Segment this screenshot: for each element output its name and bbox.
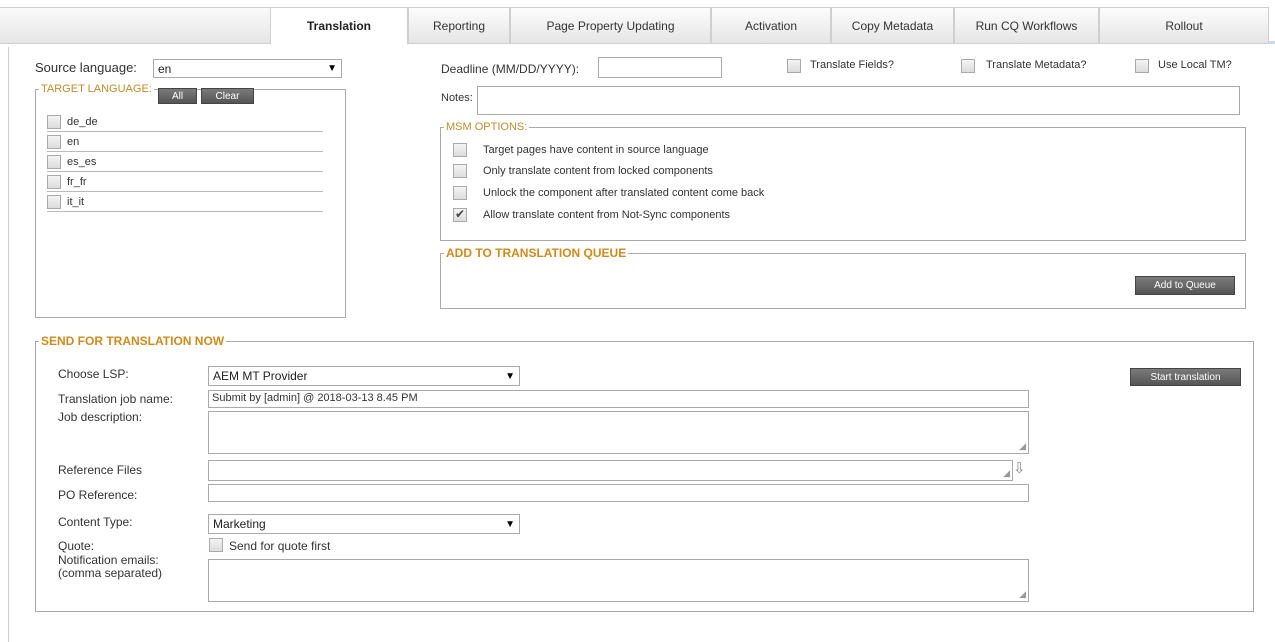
language-label: de_de: [67, 115, 98, 128]
msm-option-checkbox[interactable]: [453, 143, 467, 157]
msm-option-label: Target pages have content in source lang…: [483, 144, 709, 156]
language-label: es_es: [67, 155, 97, 168]
language-item[interactable]: fr_fr: [47, 172, 323, 192]
send-translation-legend-text: SEND FOR TRANSLATION NOW: [41, 334, 225, 348]
lsp-value: AEM MT Provider: [213, 369, 308, 383]
msm-option-row[interactable]: Only translate content from locked compo…: [453, 164, 713, 178]
dropdown-arrow-icon: ▼: [505, 370, 515, 382]
msm-options-legend: MSM OPTIONS:: [444, 121, 529, 133]
tab-translation[interactable]: Translation: [270, 7, 408, 45]
job-description-label: Job description:: [58, 410, 143, 424]
reference-files-input[interactable]: ◢: [208, 460, 1013, 481]
translation-queue-legend: ADD TO TRANSLATION QUEUE: [444, 246, 628, 260]
language-label: fr_fr: [67, 175, 87, 188]
language-checkbox[interactable]: [47, 134, 61, 149]
translate-metadata-label: Translate Metadata?: [986, 59, 1087, 71]
tab-bar-filler: [0, 7, 270, 44]
msm-option-label: Allow translate content from Not-Sync co…: [483, 209, 731, 221]
msm-option-label: Unlock the component after translated co…: [483, 187, 765, 199]
msm-options-fieldset: MSM OPTIONS:: [440, 121, 1246, 241]
target-language-legend-text: TARGET LANGUAGE:: [41, 83, 152, 95]
translation-queue-legend-text: ADD TO TRANSLATION QUEUE: [446, 246, 627, 260]
language-checkbox[interactable]: [47, 154, 61, 169]
send-translation-legend: SEND FOR TRANSLATION NOW: [39, 334, 226, 348]
language-item[interactable]: it_it: [47, 192, 323, 212]
msm-option-label: Only translate content from locked compo…: [483, 165, 713, 177]
msm-option-row[interactable]: Unlock the component after translated co…: [453, 186, 764, 200]
dropdown-arrow-icon: ▼: [327, 63, 337, 74]
notification-emails-label: Notification emails: (comma separated): [58, 554, 162, 580]
language-checkbox[interactable]: [47, 114, 61, 129]
source-language-label: Source language:: [35, 60, 137, 75]
language-label: it_it: [67, 195, 85, 208]
po-reference-label: PO Reference:: [58, 488, 138, 502]
use-local-tm-label: Use Local TM?: [1158, 59, 1232, 71]
tab-page-property-updating[interactable]: Page Property Updating: [510, 7, 711, 44]
tab-run-cq-workflows[interactable]: Run CQ Workflows: [954, 7, 1099, 44]
content-type-label: Content Type:: [58, 515, 133, 529]
resize-handle-icon[interactable]: ◢: [1003, 468, 1010, 479]
resize-handle-icon[interactable]: ◢: [1019, 589, 1026, 600]
translate-fields-label: Translate Fields?: [810, 59, 894, 71]
reference-files-label: Reference Files: [58, 463, 143, 477]
quote-label: Quote:: [58, 539, 95, 553]
notes-input[interactable]: [477, 86, 1240, 115]
notes-label: Notes:: [441, 92, 473, 104]
notification-emails-label-line2: (comma separated): [58, 566, 163, 580]
msm-option-checkbox-checked[interactable]: [453, 207, 467, 222]
tab-activation[interactable]: Activation: [711, 7, 831, 44]
clear-button[interactable]: Clear: [201, 88, 254, 104]
language-label: en: [67, 135, 80, 148]
language-item[interactable]: de_de: [47, 112, 323, 132]
msm-option-row[interactable]: Allow translate content from Not-Sync co…: [453, 207, 731, 222]
job-name-label: Translation job name:: [58, 392, 173, 406]
content-type-select[interactable]: Marketing ▼: [208, 514, 520, 534]
select-all-button[interactable]: All: [158, 88, 197, 104]
msm-option-checkbox[interactable]: [453, 164, 467, 178]
translation-queue-fieldset: ADD TO TRANSLATION QUEUE: [440, 246, 1246, 309]
language-checkbox[interactable]: [47, 194, 61, 209]
job-name-input[interactable]: Submit by [admin] @ 2018-03-13 8.45 PM: [208, 390, 1029, 408]
deadline-input[interactable]: [598, 57, 722, 78]
lsp-select[interactable]: AEM MT Provider ▼: [208, 366, 520, 386]
deadline-label: Deadline (MM/DD/YYYY):: [441, 62, 580, 76]
job-description-textarea[interactable]: ◢: [208, 411, 1029, 454]
po-reference-input[interactable]: [208, 484, 1029, 502]
translate-metadata-checkbox[interactable]: [961, 59, 975, 73]
resize-handle-icon[interactable]: ◢: [1019, 441, 1026, 452]
upload-arrow-icon[interactable]: ⇩: [1013, 459, 1026, 477]
source-language-select[interactable]: en ▼: [153, 59, 342, 78]
language-item[interactable]: es_es: [47, 152, 323, 172]
tab-rollout[interactable]: Rollout: [1099, 7, 1269, 44]
msm-options-legend-text: MSM OPTIONS:: [446, 121, 528, 133]
dropdown-arrow-icon: ▼: [505, 518, 515, 530]
language-checkbox[interactable]: [47, 174, 61, 189]
send-for-quote-label: Send for quote first: [229, 539, 331, 553]
notification-emails-textarea[interactable]: ◢: [208, 559, 1029, 602]
tab-bar: Translation Reporting Page Property Upda…: [0, 0, 1275, 45]
content-type-value: Marketing: [213, 517, 266, 531]
msm-option-checkbox[interactable]: [453, 186, 467, 200]
target-language-legend: TARGET LANGUAGE:: [39, 83, 154, 95]
language-item[interactable]: en: [47, 132, 323, 152]
tab-reporting[interactable]: Reporting: [408, 7, 510, 44]
msm-option-row[interactable]: Target pages have content in source lang…: [453, 143, 709, 157]
use-local-tm-checkbox[interactable]: [1135, 59, 1149, 73]
send-for-quote-checkbox[interactable]: [209, 538, 223, 552]
translate-fields-checkbox[interactable]: [787, 59, 801, 73]
tab-copy-metadata[interactable]: Copy Metadata: [831, 7, 954, 44]
start-translation-button[interactable]: Start translation: [1130, 368, 1241, 386]
source-language-value: en: [158, 61, 172, 76]
target-language-list: de_de en es_es fr_fr it_it: [37, 112, 337, 222]
choose-lsp-label: Choose LSP:: [58, 367, 129, 381]
add-to-queue-button[interactable]: Add to Queue: [1135, 276, 1235, 295]
